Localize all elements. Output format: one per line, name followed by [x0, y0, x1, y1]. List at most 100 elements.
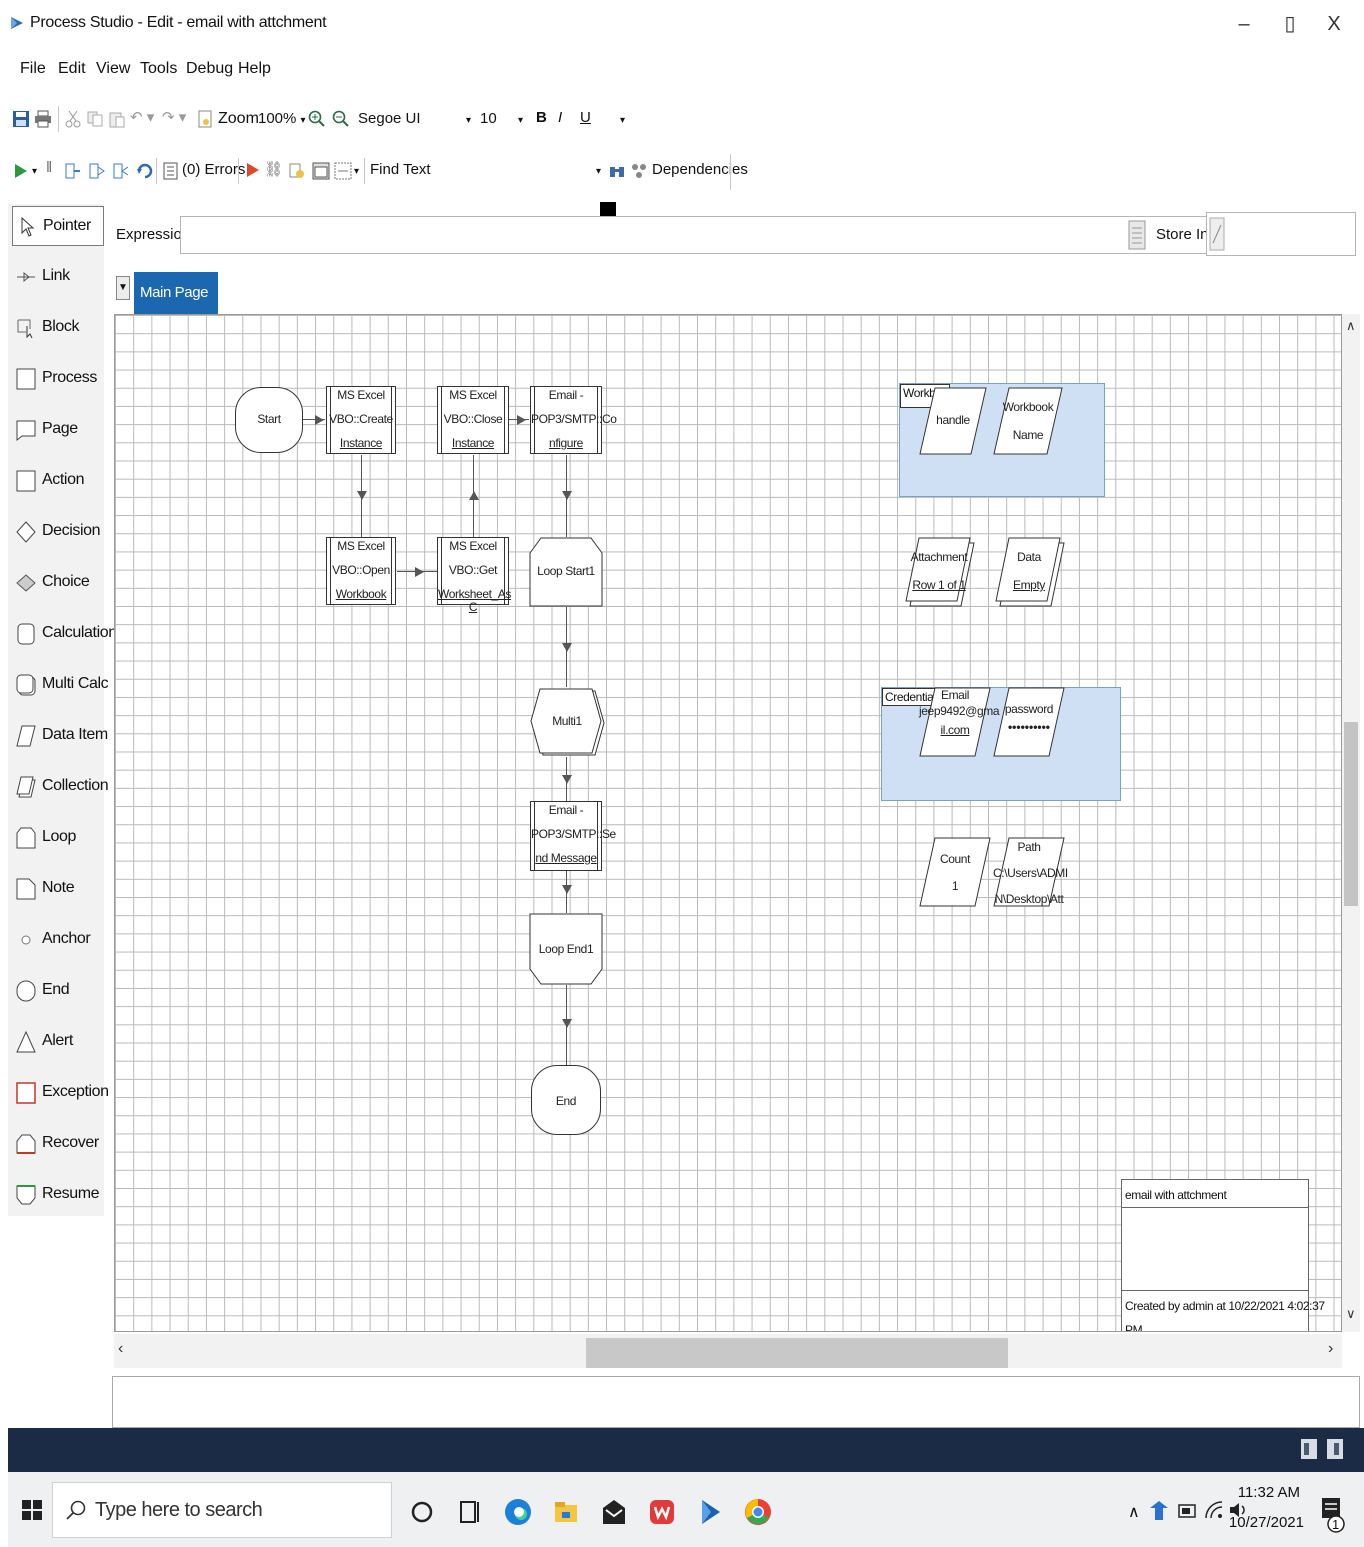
- loop-start-stage[interactable]: Loop Start1: [529, 537, 603, 607]
- task-view-icon[interactable]: [454, 1496, 486, 1528]
- paste-icon[interactable]: [108, 110, 126, 128]
- undo-icon[interactable]: ↶ ▾: [130, 108, 154, 128]
- process-info-box[interactable]: email with attchment Created by admin at…: [1121, 1179, 1325, 1331]
- chevron-down-icon[interactable]: ▾: [620, 111, 625, 131]
- link-chain-icon[interactable]: ⛓: [264, 160, 283, 180]
- palette-process[interactable]: Process: [12, 359, 104, 399]
- bold-button[interactable]: B: [536, 108, 547, 128]
- chrome-icon[interactable]: [742, 1496, 774, 1528]
- page-list-dropdown[interactable]: ▼: [116, 276, 130, 300]
- menu-help[interactable]: Help: [238, 60, 271, 78]
- dependencies-icon[interactable]: [630, 162, 648, 180]
- blue-prism-icon[interactable]: [694, 1496, 726, 1528]
- reset-icon[interactable]: [136, 162, 154, 180]
- menu-view[interactable]: View: [96, 60, 130, 78]
- data-item-email[interactable]: Email jeep9492@gma il.com: [919, 687, 1000, 757]
- chevron-right-icon[interactable]: ›: [1328, 1340, 1333, 1358]
- palette-pointer[interactable]: Pointer: [12, 206, 104, 246]
- find-doc-icon[interactable]: [288, 162, 306, 180]
- zoom-in-icon[interactable]: [308, 110, 326, 128]
- dependencies-button[interactable]: Dependencies: [652, 160, 748, 180]
- palette-multi-calc[interactable]: Multi Calc: [12, 665, 109, 705]
- palette-resume[interactable]: Resume: [12, 1175, 104, 1215]
- expression-input[interactable]: [180, 216, 1256, 254]
- wps-office-icon[interactable]: [646, 1496, 678, 1528]
- close-button[interactable]: X: [1314, 8, 1354, 40]
- app-tray-icon[interactable]: [1300, 1438, 1318, 1460]
- store-in-input[interactable]: [1206, 212, 1356, 256]
- chevron-down-icon[interactable]: ▾: [32, 162, 37, 182]
- notification-icon[interactable]: [1314, 1494, 1348, 1534]
- chevron-down-icon[interactable]: ▾: [354, 162, 359, 182]
- wifi-icon[interactable]: [1204, 1500, 1224, 1520]
- clock-date[interactable]: 10/27/2021: [1229, 1514, 1304, 1531]
- print-icon[interactable]: [34, 110, 52, 128]
- palette-calculation[interactable]: Calculation: [12, 614, 117, 654]
- font-size-select[interactable]: 10: [480, 109, 497, 129]
- chevron-down-icon[interactable]: ▾: [596, 162, 601, 182]
- pause-icon[interactable]: ‖: [46, 158, 52, 178]
- copy-icon[interactable]: [86, 110, 104, 128]
- vertical-scrollbar[interactable]: ∧ ∨: [1342, 314, 1360, 1332]
- chevron-down-icon[interactable]: ▾: [466, 111, 471, 131]
- chevron-up-icon[interactable]: ∧: [1346, 318, 1356, 334]
- palette-action[interactable]: Action: [12, 461, 104, 501]
- palette-note[interactable]: Note: [12, 869, 104, 909]
- data-item-path[interactable]: Path C:\Users\ADMI N\Desktop\Att: [993, 837, 1068, 907]
- breakpoint-flag-icon[interactable]: [244, 162, 262, 180]
- loop-end-stage[interactable]: Loop End1: [529, 913, 603, 985]
- font-name-select[interactable]: Segoe UI: [358, 109, 421, 129]
- palette-decision[interactable]: Decision: [12, 512, 104, 552]
- play-icon[interactable]: [12, 162, 30, 180]
- edge-browser-icon[interactable]: [502, 1496, 534, 1528]
- restore-button[interactable]: ▯: [1270, 8, 1310, 40]
- menu-file[interactable]: File: [20, 60, 46, 78]
- find-text-input[interactable]: [424, 158, 594, 186]
- zoom-out-icon[interactable]: [332, 110, 350, 128]
- data-item-count[interactable]: Count 1: [919, 837, 991, 907]
- zoom-select[interactable]: 100% ▾: [258, 109, 306, 131]
- action-get-worksheet[interactable]: MS Excel VBO::Get Worksheet_As C: [437, 537, 511, 614]
- palette-exception[interactable]: Exception: [12, 1073, 109, 1113]
- layout-icon[interactable]: [334, 162, 352, 180]
- palette-choice[interactable]: Choice: [12, 563, 104, 603]
- vertical-scroll-thumb[interactable]: [1344, 722, 1358, 906]
- errors-icon[interactable]: [162, 162, 180, 180]
- palette-data-item[interactable]: Data Item: [12, 716, 108, 756]
- action-close-instance[interactable]: MS Excel VBO::Close Instance: [437, 386, 509, 454]
- minimize-button[interactable]: –: [1224, 8, 1264, 40]
- menu-debug[interactable]: Debug: [186, 60, 233, 78]
- expression-editor-icon[interactable]: [1128, 220, 1146, 250]
- collection-attachment[interactable]: Attachment Row 1 of 1: [903, 537, 975, 607]
- underline-button[interactable]: U: [580, 108, 591, 128]
- save-icon[interactable]: [12, 110, 30, 128]
- palette-loop[interactable]: Loop: [12, 818, 104, 858]
- action-create-instance[interactable]: MS Excel VBO::Create Instance: [326, 386, 396, 454]
- italic-button[interactable]: I: [558, 108, 562, 128]
- step-in-icon[interactable]: [88, 162, 106, 180]
- binoculars-icon[interactable]: [608, 162, 626, 180]
- menu-edit[interactable]: Edit: [58, 60, 86, 78]
- diagram-canvas[interactable]: Start MS Excel VBO::Create Instance MS E…: [114, 314, 1342, 1332]
- errors-button[interactable]: (0) Errors: [182, 160, 245, 180]
- menu-tools[interactable]: Tools: [140, 60, 177, 78]
- windows-start-icon[interactable]: [22, 1500, 42, 1520]
- palette-block[interactable]: Block: [12, 308, 104, 348]
- horizontal-scroll-thumb[interactable]: [586, 1338, 1008, 1368]
- start-stage[interactable]: Start: [235, 387, 303, 453]
- clock-time[interactable]: 11:32 AM: [1238, 1484, 1300, 1501]
- taskbar-search[interactable]: Type here to search: [52, 1482, 392, 1538]
- palette-anchor[interactable]: Anchor: [12, 920, 104, 960]
- chevron-up-icon[interactable]: ∧: [1128, 1502, 1140, 1522]
- end-stage[interactable]: End: [531, 1065, 601, 1135]
- redo-icon[interactable]: ↷ ▾: [162, 108, 186, 128]
- palette-end[interactable]: End: [12, 971, 104, 1011]
- mail-icon[interactable]: [598, 1496, 630, 1528]
- grid-view-icon[interactable]: [312, 162, 330, 180]
- app-tray-icon[interactable]: [1326, 1438, 1344, 1460]
- step-icon[interactable]: [64, 162, 82, 180]
- chevron-down-icon[interactable]: ∨: [1346, 1306, 1356, 1322]
- update-tray-icon[interactable]: [1148, 1500, 1170, 1522]
- palette-collection[interactable]: Collection: [12, 767, 109, 807]
- tab-main-page[interactable]: Main Page: [134, 272, 218, 314]
